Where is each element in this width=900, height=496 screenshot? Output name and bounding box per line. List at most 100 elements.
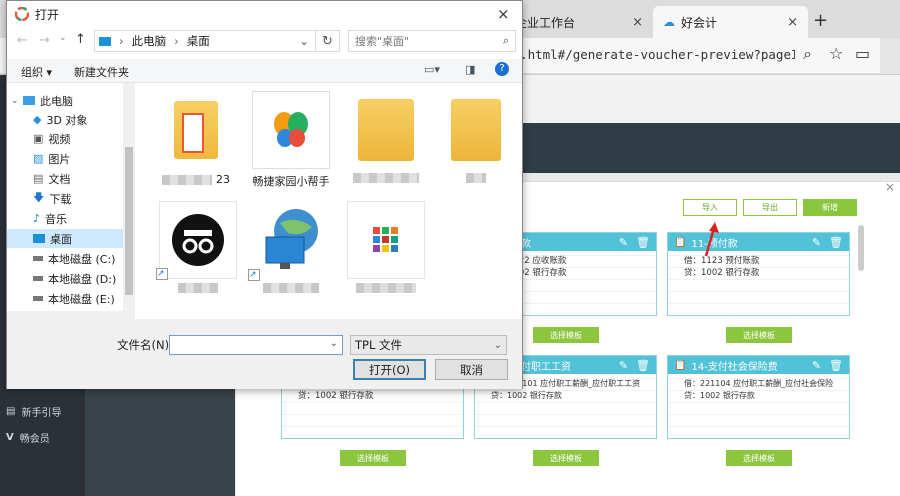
tree-label: 本地磁盘 (C:) xyxy=(48,252,116,266)
butterfly-app-icon xyxy=(252,91,330,169)
tree-label: 3D 对象 xyxy=(46,113,88,127)
tree-item-drive-c[interactable]: 本地磁盘 (C:) xyxy=(31,249,135,268)
nav-item-member[interactable]: V 畅会员 xyxy=(6,430,50,445)
file-item[interactable]: ↗ xyxy=(156,201,239,301)
select-template-button[interactable]: 选择模板 xyxy=(726,450,792,466)
filetype-select[interactable]: TPL 文件 ⌄ xyxy=(350,335,507,355)
cube-icon: ◆ xyxy=(33,113,42,126)
tree-label: 文档 xyxy=(48,172,71,186)
clipboard-icon: 📋 xyxy=(674,236,687,248)
new-button[interactable]: 新增 xyxy=(803,199,857,216)
edit-icon[interactable]: ✎ xyxy=(812,236,821,249)
close-icon[interactable]: × xyxy=(787,15,798,30)
breadcrumb-item[interactable]: 桌面 xyxy=(187,33,210,49)
expand-chevron-icon[interactable]: ⌄ xyxy=(11,96,19,106)
tree-item-desktop[interactable]: 桌面 xyxy=(7,229,123,248)
tree-label: 本地磁盘 (D:) xyxy=(48,272,117,286)
refresh-icon[interactable]: ↻ xyxy=(315,30,339,52)
edit-icon[interactable]: ✎ xyxy=(812,359,821,372)
collections-icon[interactable]: ▭ xyxy=(855,44,870,63)
modal-scrollbar[interactable] xyxy=(858,225,864,271)
modal-close-icon[interactable]: × xyxy=(885,180,895,194)
new-folder-button[interactable]: 新建文件夹 xyxy=(74,64,129,80)
delete-icon[interactable]: 🗑 xyxy=(636,236,650,249)
recent-chevron-icon[interactable]: ⌄ xyxy=(59,33,67,43)
file-item[interactable] xyxy=(345,91,427,191)
network-computer-icon: ↗ xyxy=(248,201,330,281)
card-line: 贷：1002 银行存款 xyxy=(684,391,755,400)
tree-scroll-thumb[interactable] xyxy=(125,147,133,295)
file-item[interactable]: ↗ xyxy=(248,201,332,301)
file-item[interactable]: 23 xyxy=(155,91,237,191)
folder-pdf-icon xyxy=(157,91,235,169)
file-item[interactable]: 畅捷家园小帮手 xyxy=(250,91,332,191)
close-icon[interactable]: × xyxy=(632,15,643,30)
template-card[interactable]: 📋 11-预付款 ✎ 🗑 借：1123 预付账款 贷：1002 银行存款 xyxy=(667,232,850,316)
zoom-icon[interactable]: ⌕ xyxy=(803,44,812,64)
select-template-button[interactable]: 选择模板 xyxy=(533,450,599,466)
card-title: 付职工工资 xyxy=(521,361,571,373)
forward-icon[interactable]: → xyxy=(39,33,50,48)
back-icon[interactable]: ← xyxy=(17,33,28,48)
file-list: 23 畅捷家园小帮手 ↗ ↗ xyxy=(135,83,522,319)
chevron-down-icon[interactable]: ⌄ xyxy=(330,338,338,349)
export-button[interactable]: 导出 xyxy=(743,199,797,216)
drive-icon xyxy=(33,276,43,281)
delete-icon[interactable]: 🗑 xyxy=(829,359,843,372)
delete-icon[interactable]: 🗑 xyxy=(636,359,650,372)
url-text[interactable]: dx.html#/generate-voucher-preview?pageId… xyxy=(505,42,795,68)
breadcrumb-sep-icon: › xyxy=(119,34,124,48)
desktop-icon xyxy=(33,234,45,243)
preview-pane-icon[interactable]: ◨ xyxy=(465,63,475,76)
chevron-down-icon[interactable]: ⌄ xyxy=(299,34,309,48)
edit-icon[interactable]: ✎ xyxy=(619,359,628,372)
star-icon[interactable]: ☆ xyxy=(829,44,843,63)
tree-item-this-pc[interactable]: ⌄ 此电脑 xyxy=(11,91,133,110)
tree-item-downloads[interactable]: 🡇 下载 xyxy=(31,189,135,208)
import-button[interactable]: 导入 xyxy=(683,199,737,216)
filename-input[interactable]: ⌄ xyxy=(169,335,343,355)
tree-item-drive-e[interactable]: 本地磁盘 (E:) xyxy=(31,289,135,308)
cancel-button[interactable]: 取消 xyxy=(435,359,508,380)
tree-item-pictures[interactable]: ▨ 图片 xyxy=(31,149,135,168)
help-icon[interactable]: ? xyxy=(495,62,509,76)
search-input[interactable]: 搜索"桌面" ⌕ xyxy=(348,30,516,52)
drive-icon xyxy=(33,296,43,301)
view-options-icon[interactable]: ▭▾ xyxy=(424,63,440,76)
tree-item-music[interactable]: ♪ 音乐 xyxy=(31,209,135,228)
nav-label: 畅会员 xyxy=(19,434,50,445)
tab-enterprise-workbench[interactable]: 企业工作台 × xyxy=(505,6,653,38)
edit-icon[interactable]: ✎ xyxy=(619,236,628,249)
card-line: 贷：1002 银行存款 xyxy=(298,391,374,401)
select-template-button[interactable]: 选择模板 xyxy=(340,450,406,466)
tree-item-video[interactable]: ▣ 视频 xyxy=(31,129,135,148)
up-icon[interactable]: ↑ xyxy=(75,32,86,47)
tree-item-documents[interactable]: ▤ 文档 xyxy=(31,169,135,188)
tree-horizontal-scrollbar[interactable] xyxy=(7,311,135,319)
dialog-close-icon[interactable]: × xyxy=(497,5,510,23)
select-template-button[interactable]: 选择模板 xyxy=(726,327,792,343)
file-label: 畅捷家园小帮手 xyxy=(252,175,330,188)
template-card[interactable]: 📋 14-支付社会保险费 ✎ 🗑 借：221104 应付职工薪酬_应付社会保险...… xyxy=(667,355,850,439)
open-button[interactable]: 打开(O) xyxy=(353,359,426,380)
document-icon: ▤ xyxy=(33,172,44,185)
shortcut-arrow-icon: ↗ xyxy=(248,269,260,281)
file-item[interactable] xyxy=(435,91,517,191)
filetype-value: TPL 文件 xyxy=(355,338,403,352)
breadcrumb[interactable]: › 此电脑 › 桌面 ⌄ xyxy=(94,30,340,52)
tree-label: 桌面 xyxy=(50,232,72,246)
new-tab-button[interactable]: + xyxy=(813,10,828,31)
guide-icon: ▤ xyxy=(6,406,16,417)
organize-menu[interactable]: 组织 ▾ xyxy=(21,64,52,80)
breadcrumb-item[interactable]: 此电脑 xyxy=(132,33,167,49)
folder-icon xyxy=(347,91,425,169)
tab-haokuaiji[interactable]: ☁ 好会计 × xyxy=(653,6,808,38)
delete-icon[interactable]: 🗑 xyxy=(829,236,843,249)
select-template-button[interactable]: 选择模板 xyxy=(533,327,599,343)
file-item[interactable] xyxy=(345,201,427,301)
tree-item-3d[interactable]: ◆ 3D 对象 xyxy=(31,110,135,129)
search-icon[interactable]: ⌕ xyxy=(503,34,509,48)
desktop-icon xyxy=(99,36,111,46)
tree-item-drive-d[interactable]: 本地磁盘 (D:) xyxy=(31,269,135,288)
nav-item-guide[interactable]: ▤ 新手引导 xyxy=(6,404,61,419)
